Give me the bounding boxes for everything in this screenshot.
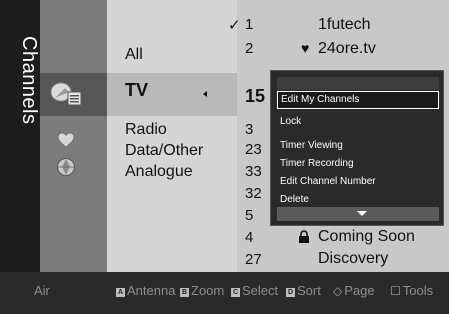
channel-number[interactable]: 32 [245,185,262,202]
channel-number[interactable]: 3 [245,121,253,138]
menu-item-edit-channel-number[interactable]: Edit Channel Number [277,173,439,191]
channel-manager-screen: Channels All TV Radio Data/Other Analogu… [0,0,449,314]
selection-arrow-icon [203,91,207,97]
checkmark-icon: ✓ [228,17,241,34]
menu-scroll-up-bar[interactable] [277,77,439,90]
help-bar: Air A Antenna B Zoom C Select D Sort ◇ Page ☐… [0,272,449,314]
help-zoom[interactable]: B Zoom [180,283,224,298]
category-all[interactable]: All [125,46,143,64]
favorite-heart-icon[interactable] [57,132,75,148]
channel-name[interactable]: Coming Soon [318,228,415,246]
globe-icon[interactable] [56,157,76,177]
favorite-heart-icon: ♥ [301,40,310,56]
a-button-icon: A [116,288,125,297]
channel-number[interactable]: 5 [245,207,253,224]
help-select[interactable]: C Select [231,283,278,298]
tools-icon: ☐ [390,284,401,298]
page-updown-icon: ◇ [333,284,343,298]
channel-name[interactable]: 24ore.tv [318,40,376,58]
help-tools[interactable]: ☐ Tools [390,283,433,298]
channel-number[interactable]: 4 [245,229,253,246]
screen-title: Channels [18,36,40,125]
scroll-down-arrow-icon [357,211,367,216]
channel-number[interactable]: 2 [245,40,253,57]
menu-item-timer-recording[interactable]: Timer Recording [277,155,439,173]
lock-icon [299,230,309,243]
menu-scroll-down-bar[interactable] [277,207,439,221]
d-button-icon: D [286,288,295,297]
signal-source: Air [34,283,50,298]
channel-number-selected[interactable]: 15 [245,86,265,107]
category-radio[interactable]: Radio [125,121,167,139]
channel-name[interactable]: Discovery [318,250,388,268]
help-antenna[interactable]: A Antenna [116,283,175,298]
channel-number[interactable]: 27 [245,251,262,268]
menu-item-lock[interactable]: Lock [277,113,439,131]
category-analogue[interactable]: Analogue [125,163,193,181]
channel-number[interactable]: 1 [245,16,253,33]
menu-item-timer-viewing[interactable]: Timer Viewing [277,137,439,155]
channel-name[interactable]: 1futech [318,16,370,34]
satellite-tv-icon [50,82,82,106]
c-button-icon: C [231,288,240,297]
side-title-bar: Channels [0,0,40,272]
channel-number[interactable]: 23 [245,141,262,158]
menu-item-edit-my-channels[interactable]: Edit My Channels [277,91,439,109]
tools-popup-menu: Edit My Channels Lock Timer Viewing Time… [270,70,444,226]
category-data-other[interactable]: Data/Other [125,142,203,160]
channel-number[interactable]: 33 [245,163,262,180]
help-page[interactable]: ◇ Page [333,283,375,298]
b-button-icon: B [180,288,189,297]
category-tv[interactable]: TV [125,80,148,101]
help-sort[interactable]: D Sort [286,283,321,298]
